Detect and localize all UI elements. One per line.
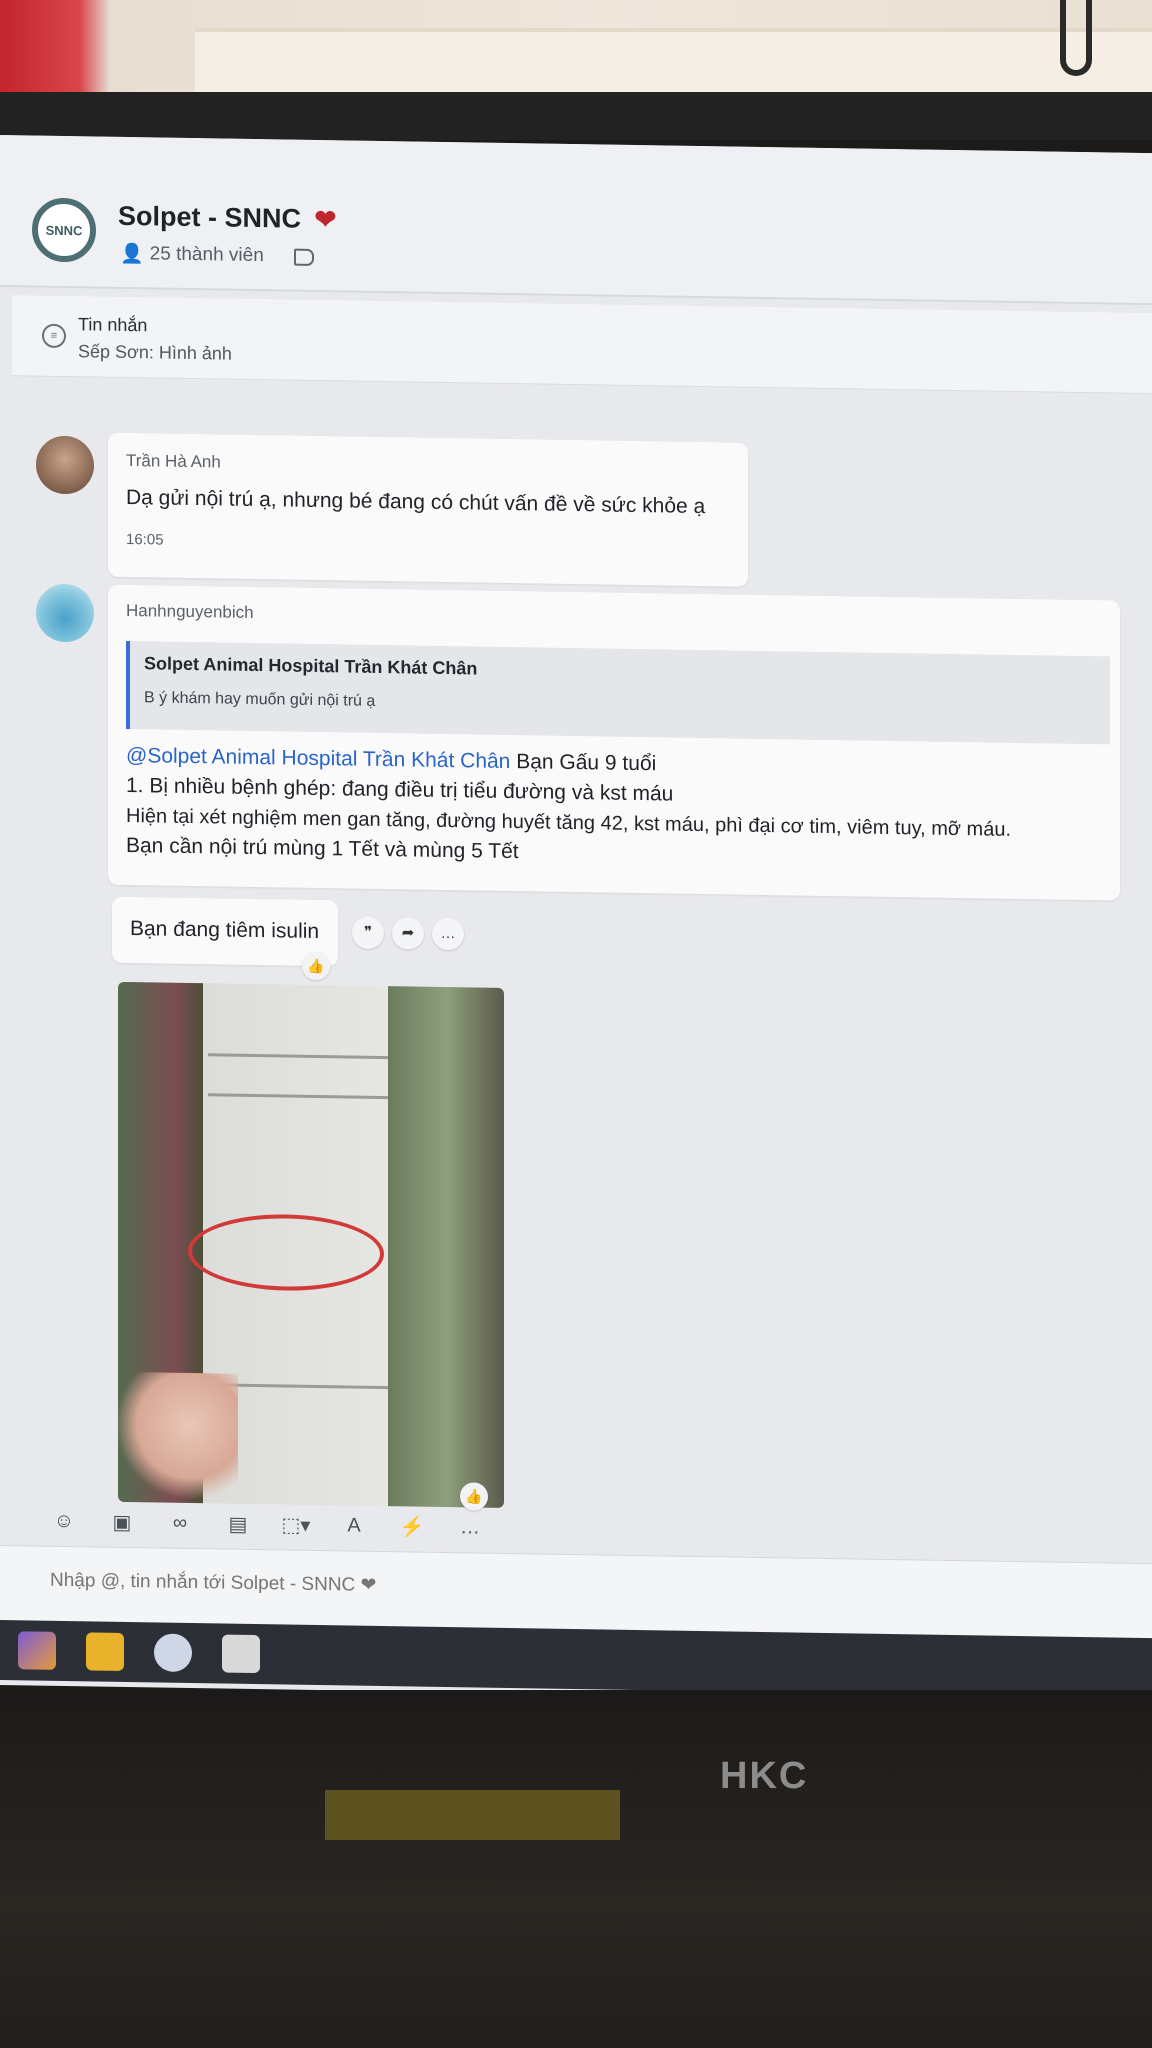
message-text: Bạn đang tiêm isulin <box>130 917 320 944</box>
hand <box>118 1371 238 1504</box>
pinned-title: Tin nhắn <box>78 314 148 336</box>
sender-name: Hanhnguyenbich <box>126 600 254 622</box>
room-background <box>0 0 1152 95</box>
pinned-subtitle: Sếp Sơn: Hình ảnh <box>78 341 232 364</box>
paper-line <box>208 1053 388 1060</box>
attachment-icon[interactable]: ∞ <box>166 1509 194 1537</box>
message-bubble: Bạn đang tiêm isulin <box>112 896 338 967</box>
group-avatar[interactable]: SNNC <box>32 197 96 263</box>
screenshot-icon[interactable]: ⬚▾ <box>282 1510 311 1538</box>
calculator-icon[interactable] <box>222 1634 260 1674</box>
monitor-bezel-bottom <box>0 1690 1152 2048</box>
zalo-icon[interactable] <box>154 1633 192 1673</box>
wall-hook <box>1060 0 1092 76</box>
quote-author: Solpet Animal Hospital Trần Khát Chân <box>144 653 478 679</box>
mention-link[interactable]: @Solpet Animal Hospital Trần Khát Chân <box>126 744 510 773</box>
red-circle-annotation <box>188 1212 384 1293</box>
app-icon-paint[interactable] <box>18 1631 56 1670</box>
quote-text: B ý khám hay muốn gửi nội trú ạ <box>144 689 376 710</box>
group-title-text: Solpet - SNNC <box>118 200 302 234</box>
message-icon: ≡ <box>42 323 66 349</box>
monitor-brand: HKC <box>720 1755 809 1797</box>
message-text: Dạ gửi nội trú ạ, nhưng bé đang có chút … <box>126 485 706 519</box>
desk-object <box>325 1790 620 1840</box>
group-title[interactable]: Solpet - SNNC ❤ <box>118 201 336 235</box>
member-count[interactable]: 👤 25 thành viên <box>120 242 314 269</box>
message-bubble: Hanhnguyenbich Solpet Animal Hospital Tr… <box>108 584 1120 901</box>
sticker-icon[interactable]: ☺ <box>50 1507 78 1535</box>
wall-shelf <box>195 28 1152 94</box>
like-icon[interactable]: 👍 <box>302 951 330 981</box>
card-icon[interactable]: ▤ <box>224 1510 252 1538</box>
message-time: 16:05 <box>126 530 164 549</box>
more-icon[interactable]: … <box>432 917 464 951</box>
message-input[interactable] <box>48 1568 752 1604</box>
tag-icon[interactable] <box>293 248 314 266</box>
avatar-tran-ha-anh[interactable] <box>36 435 94 495</box>
reply-quote[interactable]: Solpet Animal Hospital Trần Khát Chân B … <box>126 640 1110 745</box>
pinned-message-bar[interactable]: ≡ Tin nhắn Sếp Sơn: Hình ảnh <box>12 295 1152 395</box>
screen: SNNC Solpet - SNNC ❤ 👤 25 thành viên ≡ T… <box>0 135 1152 1704</box>
sender-name: Trần Hà Anh <box>126 450 221 472</box>
heart-icon: ❤ <box>314 203 337 235</box>
avatar-hanhnguyenbich[interactable] <box>36 583 94 643</box>
store-icon[interactable] <box>86 1632 124 1671</box>
message-body: @Solpet Animal Hospital Trần Khát Chân B… <box>126 741 1116 877</box>
member-count-text: 25 thành viên <box>149 243 264 267</box>
forward-icon[interactable]: ➦ <box>392 917 424 950</box>
text-format-icon[interactable]: A <box>340 1511 368 1539</box>
more-options-icon[interactable]: … <box>456 1513 484 1541</box>
monitor-bezel-top <box>0 92 1152 140</box>
paper-line <box>208 1093 388 1100</box>
chat-header: SNNC Solpet - SNNC ❤ 👤 25 thành viên <box>0 135 1152 306</box>
image-icon[interactable]: ▣ <box>108 1508 136 1536</box>
message-line-rest: Bạn Gấu 9 tuổi <box>510 750 657 776</box>
quote-icon[interactable]: ❞ <box>352 916 384 950</box>
user-icon: 👤 <box>120 243 144 266</box>
message-bubble: Trần Hà Anh Dạ gửi nội trú ạ, nhưng bé đ… <box>108 432 748 587</box>
lab-result-photo[interactable] <box>118 981 504 1508</box>
quick-message-icon[interactable]: ⚡ <box>398 1512 426 1540</box>
